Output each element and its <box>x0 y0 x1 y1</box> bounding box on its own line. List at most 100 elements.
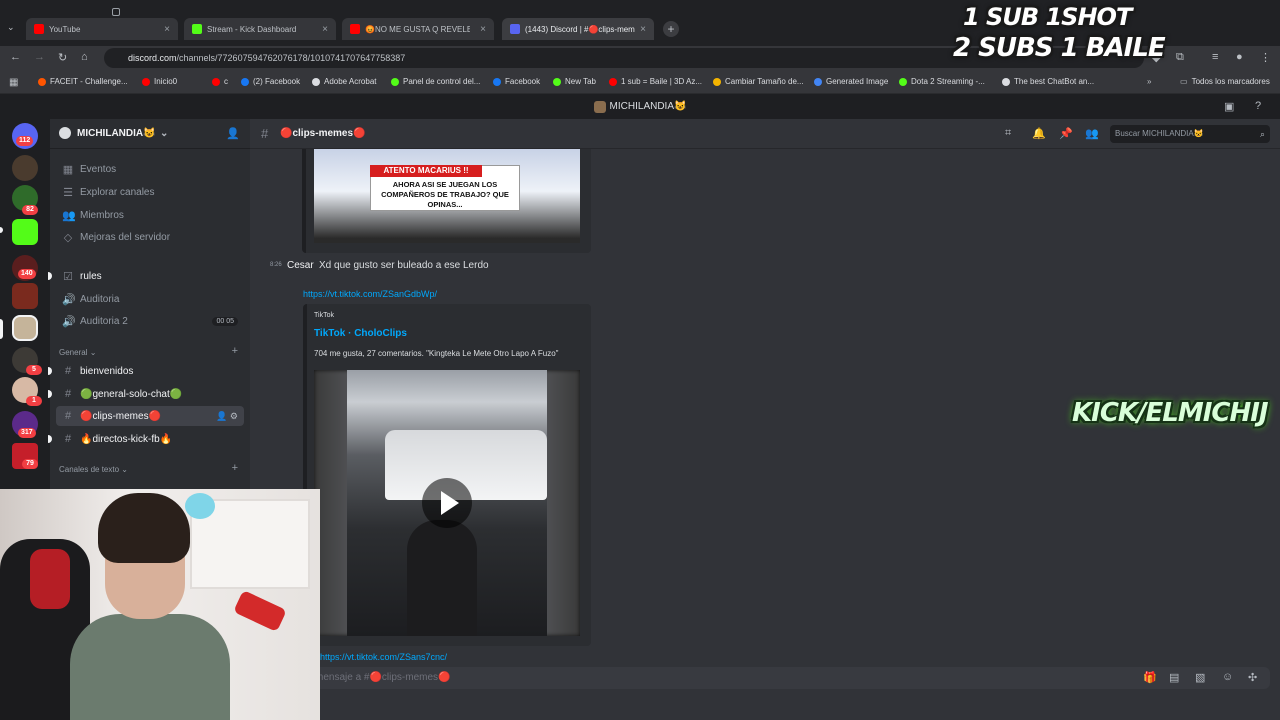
speaker-icon: 🔊 <box>62 315 76 328</box>
webcam-feed <box>0 489 320 720</box>
apps-icon[interactable]: ✣ <box>1248 671 1257 684</box>
new-tab-button[interactable]: + <box>663 21 679 37</box>
home-icon[interactable]: ⌂ <box>81 51 88 63</box>
selected-pill <box>0 319 3 339</box>
message-link[interactable]: https://vt.tiktok.com/ZSanGdbWp/ <box>303 289 437 299</box>
more-bookmarks-icon[interactable]: » <box>1147 77 1151 86</box>
play-icon[interactable] <box>422 478 472 528</box>
server-header[interactable]: MICHILANDIA😺 ⌄ 👤 <box>50 119 250 149</box>
gift-icon[interactable]: 🎁 <box>1143 671 1157 684</box>
server-icon[interactable] <box>12 283 38 309</box>
bookmark-label: FACEIT - Challenge... <box>50 77 128 86</box>
inbox-icon[interactable]: ▣ <box>1224 100 1234 113</box>
bookmark-item[interactable]: Cambiar Tamaño de... <box>713 77 804 86</box>
menu-miembros[interactable]: 👥 Miembros <box>56 205 244 225</box>
channel-label: rules <box>80 270 102 282</box>
thumbnail-text: AHORA ASI SE JUEGAN LOS COMPAÑEROS DE TR… <box>381 180 509 209</box>
menu-mejoras[interactable]: ◇ Mejoras del servidor <box>56 227 244 247</box>
tab-kick-dashboard[interactable]: Stream - Kick Dashboard × <box>184 18 336 40</box>
tab-youtube-video[interactable]: 😡NO ME GUSTA Q REVELES C... × <box>342 18 494 40</box>
category-general[interactable]: General ⌄ <box>59 348 96 357</box>
bookmark-label: (2) Facebook <box>253 77 301 86</box>
extensions-icon[interactable]: ⧉ <box>1176 51 1184 64</box>
bell-icon[interactable]: 🔔 <box>1032 127 1046 140</box>
michilandia-server-icon[interactable] <box>12 315 38 341</box>
help-icon[interactable]: ? <box>1255 100 1261 112</box>
bookmark-favicon <box>609 77 617 86</box>
channel-clips-memes[interactable]: # 🔴clips-memes🔴 👤 ⚙ <box>56 406 244 426</box>
channel-bienvenidos[interactable]: # bienvenidos <box>56 361 244 381</box>
close-tab-icon[interactable]: × <box>480 24 486 35</box>
unread-marker <box>48 367 52 375</box>
close-tab-icon[interactable]: × <box>640 24 646 35</box>
bookmark-item[interactable]: Generated Image <box>814 77 888 86</box>
reload-icon[interactable]: ↻ <box>58 51 67 64</box>
channel-rules[interactable]: ☑ rules <box>56 266 244 286</box>
pin-icon[interactable]: 📌 <box>1059 127 1073 140</box>
embed-title[interactable]: TikTok · CholoClips <box>314 328 407 339</box>
invite-icon[interactable]: 👤 <box>226 127 240 140</box>
mention-badge: 1 <box>26 396 42 406</box>
tab-youtube[interactable]: YouTube × <box>26 18 178 40</box>
emoji-icon[interactable]: ☺ <box>1222 671 1233 683</box>
bookmark-favicon <box>391 77 399 86</box>
video-thumbnail[interactable]: AHORA ASI SE JUEGAN LOS COMPAÑEROS DE TR… <box>314 149 580 243</box>
member-list-icon[interactable]: 👥 <box>1085 127 1099 140</box>
menu-eventos[interactable]: ▦ Eventos <box>56 159 244 179</box>
bookmark-item[interactable]: Panel de control del... <box>391 77 480 86</box>
tab-discord[interactable]: (1443) Discord | #🔴clips-memes × <box>502 18 654 40</box>
bookmark-label: Inicio0 <box>154 77 178 86</box>
bookmark-item[interactable]: 1 sub = Baile | 3D Az... <box>609 77 702 86</box>
bookmark-item[interactable]: (2) Facebook <box>241 77 300 86</box>
bookmark-label: Panel de control del... <box>403 77 481 86</box>
forward-icon[interactable]: → <box>34 51 45 63</box>
add-channel-icon[interactable]: + <box>232 462 238 474</box>
chevron-down-icon: ⌄ <box>160 128 169 139</box>
add-channel-icon[interactable]: + <box>232 345 238 357</box>
bookmark-item[interactable]: Facebook <box>493 77 540 86</box>
bookmark-item[interactable]: Dota 2 Streaming -... <box>899 77 985 86</box>
threads-icon[interactable]: ⌗ <box>1005 127 1011 140</box>
channel-general-solo-chat[interactable]: # 🟢general-solo-chat🟢 <box>56 384 244 404</box>
bookmark-item[interactable]: Inicio0 <box>142 77 177 86</box>
bookmark-label: Dota 2 Streaming -... <box>911 77 985 86</box>
bookmark-item[interactable]: Adobe Acrobat <box>312 77 376 86</box>
channel-label: 🔥directos-kick-fb🔥 <box>80 433 173 445</box>
invite-and-settings-icon[interactable]: 👤 ⚙ <box>216 411 244 422</box>
gif-icon[interactable]: ▤ <box>1169 671 1179 684</box>
category-canales-de-texto[interactable]: Canales de texto ⌄ <box>59 465 128 474</box>
message-link[interactable]: https://vt.tiktok.com/ZSans7cnc/ <box>320 652 447 662</box>
media-icon[interactable]: ≡ <box>1212 51 1218 63</box>
all-bookmarks-folder[interactable]: ▭ Todos los marcadores <box>1180 77 1270 86</box>
sticker-icon[interactable]: ▧ <box>1195 671 1205 684</box>
search-input[interactable]: Buscar MICHILANDIA😺 ⌕ <box>1110 125 1270 143</box>
kick-server-icon[interactable] <box>12 219 38 245</box>
apps-icon[interactable]: ▦ <box>9 77 18 88</box>
channel-auditoria[interactable]: 🔊 Auditoria <box>56 289 244 309</box>
tab-search-icon[interactable]: ⌄ <box>7 22 15 33</box>
embed-video[interactable] <box>314 370 580 636</box>
bookmark-item[interactable]: New Tab <box>553 77 596 86</box>
hash-icon: # <box>64 410 72 422</box>
profile-icon[interactable]: ● <box>1236 51 1243 63</box>
close-tab-icon[interactable]: × <box>322 24 328 35</box>
bookmark-favicon <box>1002 77 1010 86</box>
back-icon[interactable]: ← <box>10 51 21 63</box>
speaker-icon: 🔊 <box>62 293 76 306</box>
hash-icon: # <box>261 126 269 141</box>
channel-auditoria-2[interactable]: 🔊 Auditoria 2 00 05 <box>56 311 244 331</box>
bookmark-label: Cambiar Tamaño de... <box>725 77 804 86</box>
bookmark-item[interactable]: The best ChatBot an... <box>1002 77 1094 86</box>
server-icon[interactable] <box>12 155 38 181</box>
site-info-icon[interactable] <box>112 8 120 16</box>
channel-label: Auditoria 2 <box>80 315 128 327</box>
menu-explorar-canales[interactable]: ☰ Explorar canales <box>56 182 244 202</box>
bookmark-item[interactable]: c <box>212 77 228 86</box>
channel-directos-kick-fb[interactable]: # 🔥directos-kick-fb🔥 <box>56 429 244 449</box>
message-author[interactable]: Cesar <box>287 260 314 271</box>
calendar-icon: ▦ <box>62 163 74 176</box>
close-tab-icon[interactable]: × <box>164 24 170 35</box>
bookmark-item[interactable]: FACEIT - Challenge... <box>38 77 128 86</box>
mention-badge: 112 <box>16 136 34 146</box>
menu-icon[interactable]: ⋮ <box>1260 51 1271 64</box>
